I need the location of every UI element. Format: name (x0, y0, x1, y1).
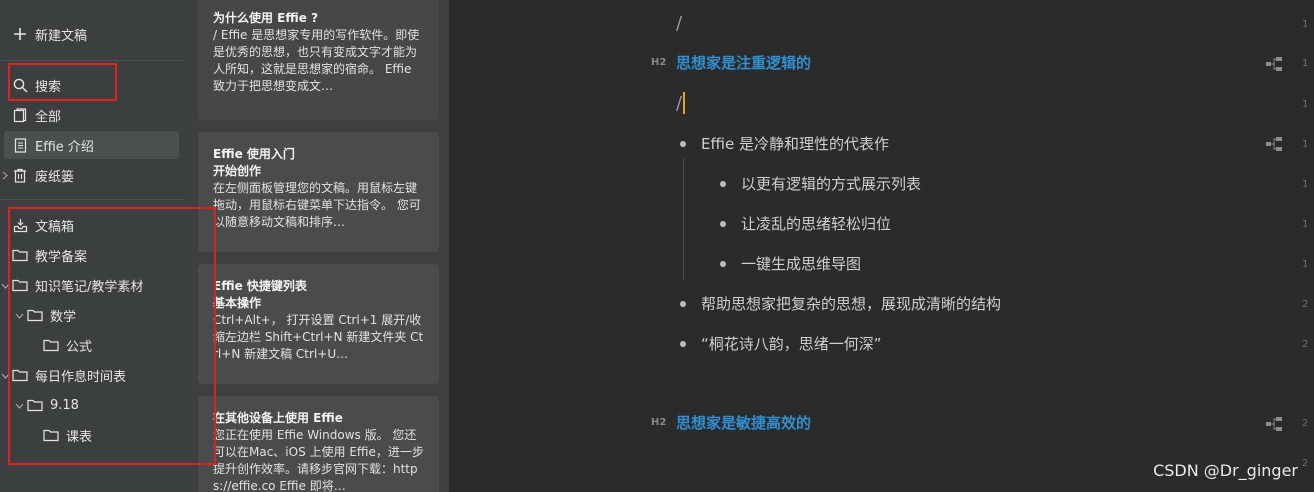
sub-bullet-text: 一键生成思维导图 (741, 255, 862, 273)
folder-date[interactable]: 9.18 (0, 391, 187, 419)
documents-icon (12, 107, 28, 123)
folder-label: 公式 (66, 339, 93, 355)
doc-card[interactable]: 在其他设备上使用 Effie 您正在使用 Effie Windows 版。 您还… (198, 396, 439, 492)
divider (0, 199, 184, 200)
chevron-down-icon[interactable] (14, 401, 24, 411)
bullet-text: “桐花诗八韵，思绪一何深” (701, 335, 882, 353)
line-number: 1 (1302, 179, 1309, 190)
doc-card-title: Effie 快捷键列表 (213, 279, 307, 293)
sidebar: 新建文稿 搜索 全部 Effie 介绍 废纸篓 文稿箱 教学备案 知识笔记/教学… (0, 0, 187, 492)
sub-bullet-text: 以更有逻辑的方式展示列表 (741, 175, 922, 193)
folder-formula[interactable]: 公式 (0, 331, 187, 359)
doc-card[interactable]: Effie 使用入门 开始创作 在左侧面板管理您的文稿。用鼠标左键拖动，用鼠标右… (198, 132, 439, 252)
sidebar-item-label: 废纸篓 (35, 169, 75, 185)
line-number: 1 (1302, 139, 1309, 150)
folder-icon (43, 427, 59, 443)
h2-tag: H2 (651, 417, 667, 428)
sidebar-item-all[interactable]: 全部 (0, 101, 187, 129)
doc-card-excerpt: 在左侧面板管理您的文稿。用鼠标左键拖动，用鼠标右键菜单下达指令。 您可以随意移动… (213, 181, 421, 229)
folder-icon (27, 397, 43, 413)
trash-icon (12, 167, 28, 183)
folder-label: 9.18 (50, 397, 79, 413)
folder-icon (12, 367, 28, 383)
bullet[interactable] (720, 261, 726, 267)
sidebar-item-effie-intro[interactable]: Effie 介绍 (4, 131, 179, 159)
folder-label: 课表 (66, 429, 93, 445)
folder-label: 数学 (50, 309, 77, 325)
sidebar-item-label: 全部 (35, 109, 62, 125)
bullet[interactable] (680, 141, 686, 147)
search-button[interactable]: 搜索 (0, 71, 187, 99)
folder-schedule[interactable]: 每日作息时间表 (0, 361, 187, 389)
heading-efficient: 思想家是敏捷高效的 (676, 414, 812, 432)
doc-card-title: Effie 使用入门 (213, 147, 295, 161)
doc-card[interactable]: Effie 快捷键列表 基本操作 Ctrl+Alt+， 打开设置 Ctrl+1 … (198, 264, 439, 384)
document-list: 为什么使用 Effie ? / Effie 是思想家专用的写作软件。即使是优秀的… (187, 0, 449, 492)
sidebar-item-label: Effie 介绍 (35, 139, 94, 155)
divider (0, 60, 184, 61)
document-icon (12, 137, 28, 153)
search-label: 搜索 (35, 79, 62, 95)
sidebar-item-trash[interactable]: 废纸篓 (0, 161, 187, 189)
line-number: 2 (1302, 339, 1309, 350)
doc-card-excerpt: / Effie 是思想家专用的写作软件。即使是优秀的思想，也只有变成文字才能为人… (213, 28, 420, 93)
folder-math[interactable]: 数学 (0, 301, 187, 329)
h2-tag: H2 (651, 57, 667, 68)
bullet-text: Effie 是冷静和理性的代表作 (701, 135, 889, 153)
doc-card-subtitle: 基本操作 (213, 296, 262, 310)
chevron-down-icon[interactable] (0, 371, 10, 381)
folder-classtable[interactable]: 课表 (0, 421, 187, 449)
bullet[interactable] (680, 301, 686, 307)
folder-icon (43, 337, 59, 353)
line-number: 1 (1302, 219, 1309, 230)
indent-guide (683, 158, 684, 281)
line-number: 1 (1302, 19, 1309, 30)
editor[interactable]: / H2 思想家是注重逻辑的 / Effie 是冷静和理性的代表作 以更有逻辑的… (449, 0, 1314, 492)
doc-card-subtitle: 开始创作 (213, 164, 262, 178)
folder-icon (12, 277, 28, 293)
chevron-down-icon[interactable] (14, 311, 24, 321)
line-number: 2 (1302, 299, 1309, 310)
chevron-right-icon[interactable] (0, 170, 10, 180)
folder-icon (27, 307, 43, 323)
mindmap-icon[interactable] (1266, 417, 1282, 431)
inbox-icon (12, 217, 28, 233)
folder-icon (12, 247, 28, 263)
slash-line: / (676, 93, 683, 114)
new-doc-label: 新建文稿 (35, 28, 88, 44)
line-number: 1 (1302, 259, 1309, 270)
doc-card[interactable]: 为什么使用 Effie ? / Effie 是思想家专用的写作软件。即使是优秀的… (198, 0, 439, 120)
folder-teaching[interactable]: 教学备案 (0, 241, 187, 269)
search-icon (12, 77, 28, 93)
plus-icon (12, 26, 28, 42)
mindmap-icon[interactable] (1266, 57, 1282, 71)
folder-label: 知识笔记/教学素材 (35, 279, 144, 295)
bullet[interactable] (680, 341, 686, 347)
doc-card-title: 为什么使用 Effie ? (213, 11, 319, 25)
doc-card-excerpt: 您正在使用 Effie Windows 版。 您还可以在Mac、iOS 上使用 … (213, 428, 424, 492)
bullet[interactable] (720, 181, 726, 187)
sub-bullet-text: 让凌乱的思绪轻松归位 (741, 215, 892, 233)
watermark: CSDN @Dr_ginger (1153, 461, 1298, 480)
doc-card-title: 在其他设备上使用 Effie (213, 411, 343, 425)
text-cursor (683, 92, 685, 114)
line-number: 1 (1302, 99, 1309, 110)
new-doc-button[interactable]: 新建文稿 (0, 20, 187, 48)
sidebar-item-label: 文稿箱 (35, 219, 75, 235)
doc-card-excerpt: Ctrl+Alt+， 打开设置 Ctrl+1 展开/收缩左边栏 Shift+Ct… (213, 313, 424, 361)
mindmap-icon[interactable] (1266, 137, 1282, 151)
line-number: 2 (1302, 418, 1309, 429)
slash-line: / (676, 13, 683, 34)
line-number: 1 (1302, 58, 1309, 69)
chevron-down-icon[interactable] (0, 281, 10, 291)
folder-knowledge[interactable]: 知识笔记/教学素材 (0, 271, 187, 299)
bullet[interactable] (720, 221, 726, 227)
heading-logic: 思想家是注重逻辑的 (676, 54, 812, 72)
bullet-text: 帮助思想家把复杂的思想，展现成清晰的结构 (701, 295, 1002, 313)
line-number: 2 (1302, 458, 1309, 469)
folder-label: 每日作息时间表 (35, 369, 127, 385)
folder-label: 教学备案 (35, 249, 88, 265)
sidebar-item-inbox[interactable]: 文稿箱 (0, 211, 187, 239)
